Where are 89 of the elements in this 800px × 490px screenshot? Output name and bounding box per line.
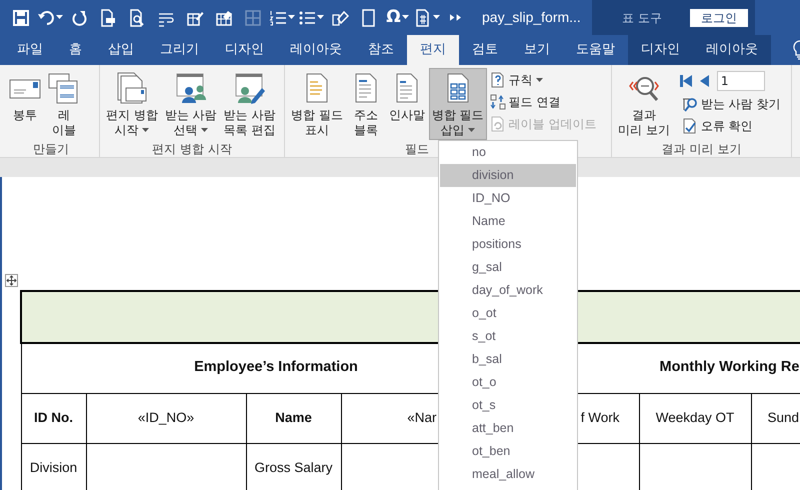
menu-item[interactable]: att_ben — [440, 417, 576, 440]
ribbon-tab[interactable]: 편지 — [407, 35, 459, 65]
ribbon-tab[interactable]: 파일 — [4, 35, 56, 65]
ribbon-button[interactable]: 봉투 — [6, 68, 44, 140]
table-cell: ID No. — [21, 393, 86, 443]
document-icon — [360, 8, 378, 26]
document-check-icon — [682, 118, 698, 134]
ribbon-button[interactable]: 편지 병합 시작 — [103, 68, 161, 140]
ribbon-button[interactable]: 병합 필드 삽입 — [428, 68, 487, 140]
previous-record-icon[interactable] — [700, 75, 709, 87]
ribbon-tab[interactable]: 보기 — [511, 35, 563, 65]
table-cell: «ID_NO» — [86, 393, 246, 443]
table-cell: Weekday OT — [639, 393, 751, 443]
table-grid-icon — [244, 8, 262, 26]
menu-item[interactable]: g_sal — [440, 256, 576, 279]
ribbon-tab[interactable]: 레이아웃 — [277, 35, 355, 65]
menu-item[interactable]: day_of_work — [440, 279, 576, 302]
caret-icon — [468, 128, 476, 134]
ribbon-tab[interactable]: 삽입 — [95, 35, 147, 65]
save-icon — [12, 8, 30, 26]
group-label: 만들기 — [33, 142, 69, 156]
context-label: 표 도구 — [621, 10, 663, 26]
ribbon-button[interactable]: 받는 사람 찾기 — [680, 93, 782, 115]
document-title: pay_slip_form... — [481, 8, 582, 27]
undo-icon — [36, 8, 54, 26]
document-hash-icon — [414, 8, 432, 26]
ribbon-tab[interactable]: 검토 — [459, 35, 511, 65]
group-label: 편지 병합 시작 — [152, 142, 232, 156]
menu-item[interactable]: o_ot — [440, 302, 576, 325]
ribbon-tab[interactable]: 디자인 — [212, 35, 277, 65]
person-pencil-icon — [234, 72, 266, 104]
menu-item[interactable]: b_sal — [440, 348, 576, 371]
eraser-icon — [330, 8, 348, 26]
menu-item[interactable]: no — [440, 141, 576, 164]
menu-item[interactable]: Name — [440, 210, 576, 233]
magnifier-icon — [682, 96, 698, 112]
record-number-field[interactable]: 1 — [716, 71, 765, 91]
more-icon — [450, 14, 461, 21]
ribbon-button[interactable]: 결과 미리 보기 — [615, 68, 673, 140]
login-button[interactable]: 로그인 — [690, 8, 748, 26]
symbol-button[interactable]: Ω — [383, 0, 412, 35]
table-eraser-icon — [214, 8, 232, 26]
ribbon-button[interactable]: 받는 사람 선택 — [162, 68, 220, 140]
menu-item[interactable]: positions — [440, 233, 576, 256]
ribbon-tab[interactable]: 디자인 — [628, 35, 693, 65]
table-cell: Name — [246, 393, 341, 443]
label-sheets-icon — [48, 72, 80, 104]
ribbon-button[interactable]: 인사말 — [386, 68, 428, 140]
document-refresh-icon — [490, 116, 506, 132]
first-record-icon[interactable] — [680, 75, 692, 87]
ribbon-button[interactable]: 필드 연결 — [488, 91, 598, 113]
group-label: 결과 미리 보기 — [662, 142, 742, 156]
document-question-icon — [490, 72, 506, 88]
caret-icon — [142, 128, 150, 134]
table-cell: Division — [21, 443, 86, 490]
caret-icon — [288, 15, 294, 20]
move-handle-icon[interactable] — [5, 274, 18, 287]
ribbon-button[interactable]: 오류 확인 — [680, 115, 782, 137]
caret-icon — [316, 15, 324, 20]
menu-item[interactable]: ot_o — [440, 371, 576, 394]
bullet-list-icon — [298, 8, 316, 26]
ribbon-tab[interactable]: 홈 — [56, 35, 95, 65]
caret-icon — [201, 128, 208, 134]
caret-icon — [56, 15, 62, 20]
menu-item[interactable]: division — [440, 164, 576, 187]
ribbon-button[interactable]: 규칙 — [488, 69, 598, 91]
swap-arrows-icon — [490, 94, 506, 110]
ribbon-tab[interactable]: 도움말 — [563, 35, 628, 65]
ribbon-tab[interactable]: 그리기 — [147, 35, 212, 65]
caret-icon — [402, 15, 409, 20]
menu-item[interactable]: ot_ben — [440, 440, 576, 463]
ribbon-button[interactable]: 받는 사람 목록 편집 — [220, 68, 278, 140]
redo-icon — [70, 8, 88, 26]
people-calendar-icon — [174, 72, 207, 104]
document-magnifier-icon — [128, 8, 146, 26]
menu-item[interactable]: meal_allow — [440, 463, 576, 486]
menu-item[interactable]: ot_s — [440, 394, 576, 417]
numbered-list-icon — [268, 8, 286, 26]
ribbon-button[interactable]: 주소 블록 — [346, 68, 385, 140]
menu-item[interactable]: ID_NO — [440, 187, 576, 210]
caret-icon — [432, 15, 440, 20]
documents-envelope-icon — [116, 72, 148, 104]
group-label: 필드 — [405, 142, 429, 156]
ribbon-tab[interactable]: 레이아웃 — [693, 35, 771, 65]
document-printer-icon — [98, 8, 116, 26]
ribbon-button[interactable]: 레 이블 — [45, 68, 83, 140]
ribbon-button[interactable]: 병합 필드 표시 — [288, 68, 346, 140]
caret-icon — [536, 78, 543, 82]
ribbon-tab[interactable]: 참조 — [355, 35, 407, 65]
